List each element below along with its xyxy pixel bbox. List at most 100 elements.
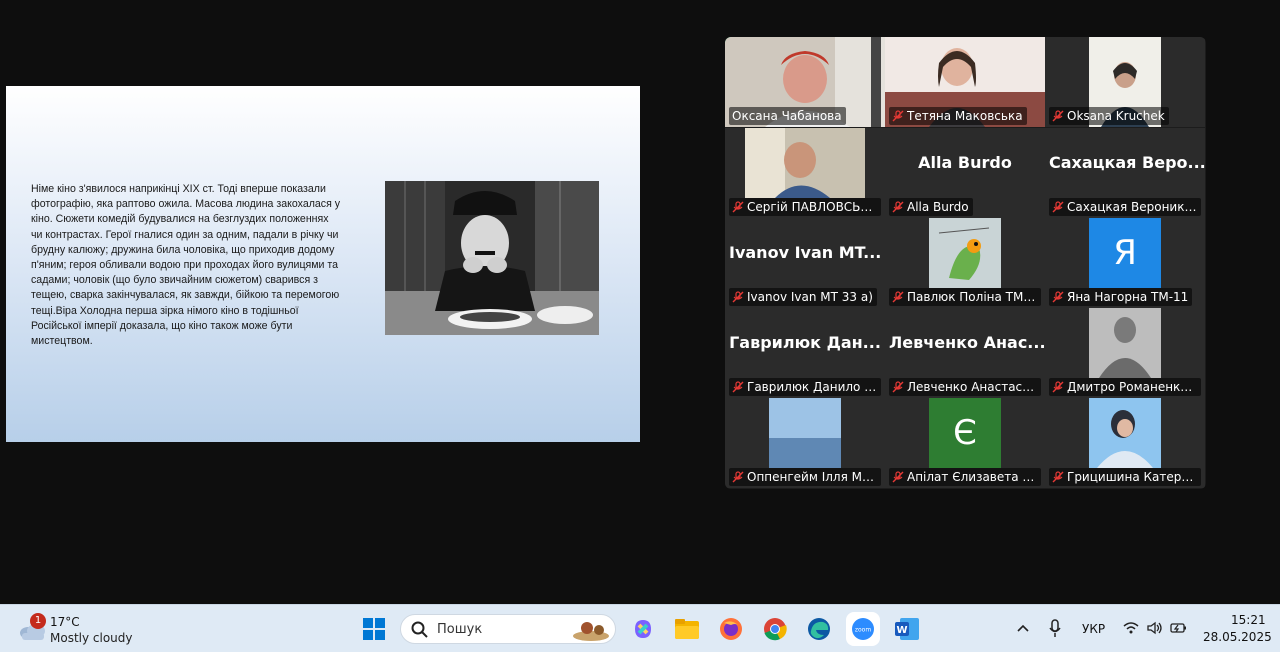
file-explorer-icon[interactable] xyxy=(673,615,701,643)
participant-tile[interactable]: Oksana Kruchek xyxy=(1045,37,1205,127)
search-highlight-icon xyxy=(573,622,609,641)
weather-temperature: 17°C xyxy=(50,615,80,629)
wifi-icon[interactable] xyxy=(1123,621,1139,635)
participant-tile[interactable]: Левченко Анас... Левченко Анастасия ... xyxy=(885,308,1045,398)
participant-tile[interactable]: Тетяна Маковська xyxy=(885,37,1045,127)
clock-date[interactable]: 28.05.2025 xyxy=(1203,630,1272,644)
participant-name: Alla Burdo xyxy=(907,200,969,214)
weather-widget[interactable]: 1 17°C Mostly cloudy xyxy=(16,611,136,647)
muted-mic-icon xyxy=(732,201,744,213)
muted-mic-icon xyxy=(892,471,904,483)
copilot-icon[interactable] xyxy=(629,615,657,643)
participant-tile[interactable]: Гаврилюк Дан... Гаврилюк Данило ТМ... xyxy=(725,308,885,398)
participant-display-name: Сахацкая Веро... xyxy=(1049,153,1205,172)
participant-tile[interactable]: Сахацкая Веро... Сахацкая Вероника Т... xyxy=(1045,128,1205,218)
participant-tile[interactable]: Alla Burdo Alla Burdo xyxy=(885,128,1045,218)
muted-mic-icon xyxy=(732,291,744,303)
search-placeholder: Пошук xyxy=(437,622,483,637)
participant-avatar: Я xyxy=(1089,218,1161,288)
participant-tile[interactable]: Є Апілат Єлизавета МТ-... xyxy=(885,398,1045,488)
participant-name-label: Оппенгейм Ілля МТс-... xyxy=(729,468,881,486)
participant-display-name: Гаврилюк Дан... xyxy=(729,333,881,352)
search-box[interactable]: Пошук xyxy=(400,614,616,644)
muted-mic-icon xyxy=(1052,110,1064,122)
participant-name: Апілат Єлизавета МТ-... xyxy=(907,470,1037,484)
participant-tile[interactable]: Грицишина Катерина... xyxy=(1045,398,1205,488)
muted-mic-icon xyxy=(1052,471,1064,483)
participant-name: Тетяна Маковська xyxy=(907,109,1023,123)
muted-mic-icon xyxy=(732,381,744,393)
firefox-icon[interactable] xyxy=(717,615,745,643)
participant-photo xyxy=(1089,398,1161,468)
participant-name-label: Дмитро Романенко Г... xyxy=(1049,378,1201,396)
microphone-icon[interactable] xyxy=(1048,619,1062,639)
participant-name-label: Павлюк Поліна ТМ-25 xyxy=(889,288,1041,306)
svg-text:W: W xyxy=(896,625,907,636)
slide-text: Німе кіно з'явилося наприкінці XIX ст. Т… xyxy=(31,183,341,348)
participant-gallery: Оксана Чабанова Тетяна Маковська Oksana Kr… xyxy=(725,37,1206,489)
zoom-icon[interactable]: zoom xyxy=(846,612,880,646)
participant-display-name: Левченко Анас... xyxy=(889,333,1045,352)
participant-name: Сахацкая Вероника Т... xyxy=(1067,200,1197,214)
meeting-stage: Німе кіно з'явилося наприкінці XIX ст. Т… xyxy=(0,0,1280,604)
participant-tile[interactable]: Сергій ПАВЛОВСЬКИЙ xyxy=(725,128,885,218)
participant-name: Дмитро Романенко Г... xyxy=(1067,380,1197,394)
participant-name-label: Alla Burdo xyxy=(889,198,973,216)
clock-time[interactable]: 15:21 xyxy=(1231,613,1266,627)
start-icon[interactable] xyxy=(360,615,388,643)
participant-name: Oksana Kruchek xyxy=(1067,109,1165,123)
chrome-icon[interactable] xyxy=(761,615,789,643)
participant-name-label: Левченко Анастасия ... xyxy=(889,378,1041,396)
muted-mic-icon xyxy=(1052,381,1064,393)
participant-photo xyxy=(1089,308,1161,378)
participant-name: Грицишина Катерина... xyxy=(1067,470,1197,484)
muted-mic-icon xyxy=(892,381,904,393)
edge-icon[interactable] xyxy=(805,615,833,643)
participant-name-label: Тетяна Маковська xyxy=(889,107,1027,125)
language-indicator[interactable]: УКР xyxy=(1082,622,1105,636)
participant-name-label: Oksana Kruchek xyxy=(1049,107,1169,125)
muted-mic-icon xyxy=(892,201,904,213)
participant-photo xyxy=(769,398,841,468)
participant-name-label: Сергій ПАВЛОВСЬКИЙ xyxy=(729,198,881,216)
participant-tile[interactable]: Дмитро Романенко Г... xyxy=(1045,308,1205,398)
shared-slide: Німе кіно з'явилося наприкінці XIX ст. Т… xyxy=(6,86,640,442)
participant-name-label: Ivanov Ivan MT 33 a) xyxy=(729,288,877,306)
muted-mic-icon xyxy=(892,110,904,122)
notification-badge: 1 xyxy=(30,613,46,629)
participant-name: Гаврилюк Данило ТМ... xyxy=(747,380,877,394)
participant-name-label: Гаврилюк Данило ТМ... xyxy=(729,378,881,396)
participant-name-label: Сахацкая Вероника Т... xyxy=(1049,198,1201,216)
muted-mic-icon xyxy=(892,291,904,303)
participant-display-name: Ivanov Ivan MT... xyxy=(729,243,882,262)
weather-description: Mostly cloudy xyxy=(50,631,133,645)
participant-name-label: Яна Нагорна ТМ-11 xyxy=(1049,288,1193,306)
participant-name: Павлюк Поліна ТМ-25 xyxy=(907,290,1037,304)
participant-name-label: Апілат Єлизавета МТ-... xyxy=(889,468,1041,486)
svg-text:zoom: zoom xyxy=(855,627,871,634)
participant-photo xyxy=(745,128,865,198)
muted-mic-icon xyxy=(1052,201,1064,213)
search-icon xyxy=(411,621,428,638)
participant-photo xyxy=(929,218,1001,288)
battery-icon[interactable] xyxy=(1170,621,1188,635)
participant-name: Левченко Анастасия ... xyxy=(907,380,1037,394)
word-icon[interactable]: W xyxy=(893,615,921,643)
participant-tile[interactable]: Павлюк Поліна ТМ-25 xyxy=(885,218,1045,308)
participant-avatar: Є xyxy=(929,398,1001,468)
participant-display-name: Alla Burdo xyxy=(918,153,1012,172)
participant-name: Оксана Чабанова xyxy=(732,109,842,123)
windows-taskbar: 1 17°C Mostly cloudy Пошук zoom W УКР 15… xyxy=(0,604,1280,652)
participant-tile[interactable]: Оппенгейм Ілля МТс-... xyxy=(725,398,885,488)
participant-tile[interactable]: Я Яна Нагорна ТМ-11 xyxy=(1045,218,1205,308)
participant-name-label: Оксана Чабанова xyxy=(729,107,846,125)
chevron-up-icon[interactable] xyxy=(1016,623,1030,633)
participant-name: Оппенгейм Ілля МТс-... xyxy=(747,470,877,484)
participant-name: Сергій ПАВЛОВСЬКИЙ xyxy=(747,200,877,214)
slide-photo xyxy=(385,181,599,335)
participant-name: Яна Нагорна ТМ-11 xyxy=(1067,290,1189,304)
participant-tile[interactable]: Ivanov Ivan MT... Ivanov Ivan MT 33 a) xyxy=(725,218,885,308)
participant-tile[interactable]: Оксана Чабанова xyxy=(725,37,885,127)
volume-icon[interactable] xyxy=(1146,621,1164,635)
muted-mic-icon xyxy=(1052,291,1064,303)
